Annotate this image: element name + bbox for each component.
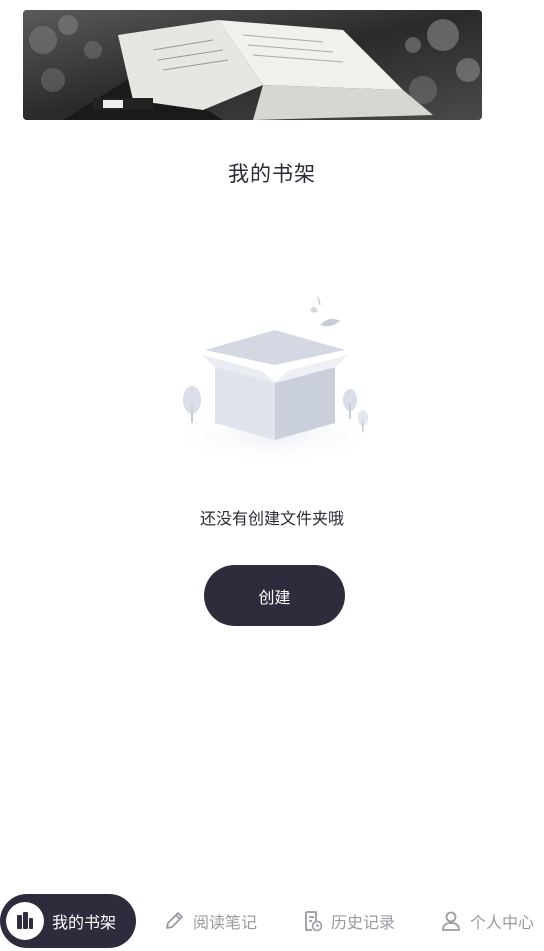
banner-image: [23, 10, 482, 120]
tab-reading-notes[interactable]: 阅读笔记: [163, 894, 257, 948]
tab-label: 我的书架: [52, 913, 117, 932]
empty-state-message: 还没有创建文件夹哦: [199, 509, 344, 528]
tab-label: 个人中心: [470, 913, 535, 932]
tab-bookshelf[interactable]: 我的书架: [0, 894, 136, 948]
user-icon: [440, 910, 462, 932]
pencil-icon: [163, 910, 185, 932]
page-title: 我的书架: [228, 162, 316, 186]
history-document-icon: [301, 910, 323, 932]
bookshelf-icon: [6, 902, 44, 940]
tab-label: 历史记录: [331, 913, 396, 932]
open-book-photo: [23, 10, 482, 120]
create-folder-button[interactable]: 创建: [204, 565, 345, 626]
tab-history[interactable]: 历史记录: [301, 894, 395, 948]
tab-profile[interactable]: 个人中心: [440, 894, 534, 948]
tab-label: 阅读笔记: [193, 913, 258, 932]
bottom-tab-bar: 我的书架 阅读笔记 历史记录 个人中心: [0, 891, 544, 951]
empty-box-illustration: [160, 285, 390, 470]
